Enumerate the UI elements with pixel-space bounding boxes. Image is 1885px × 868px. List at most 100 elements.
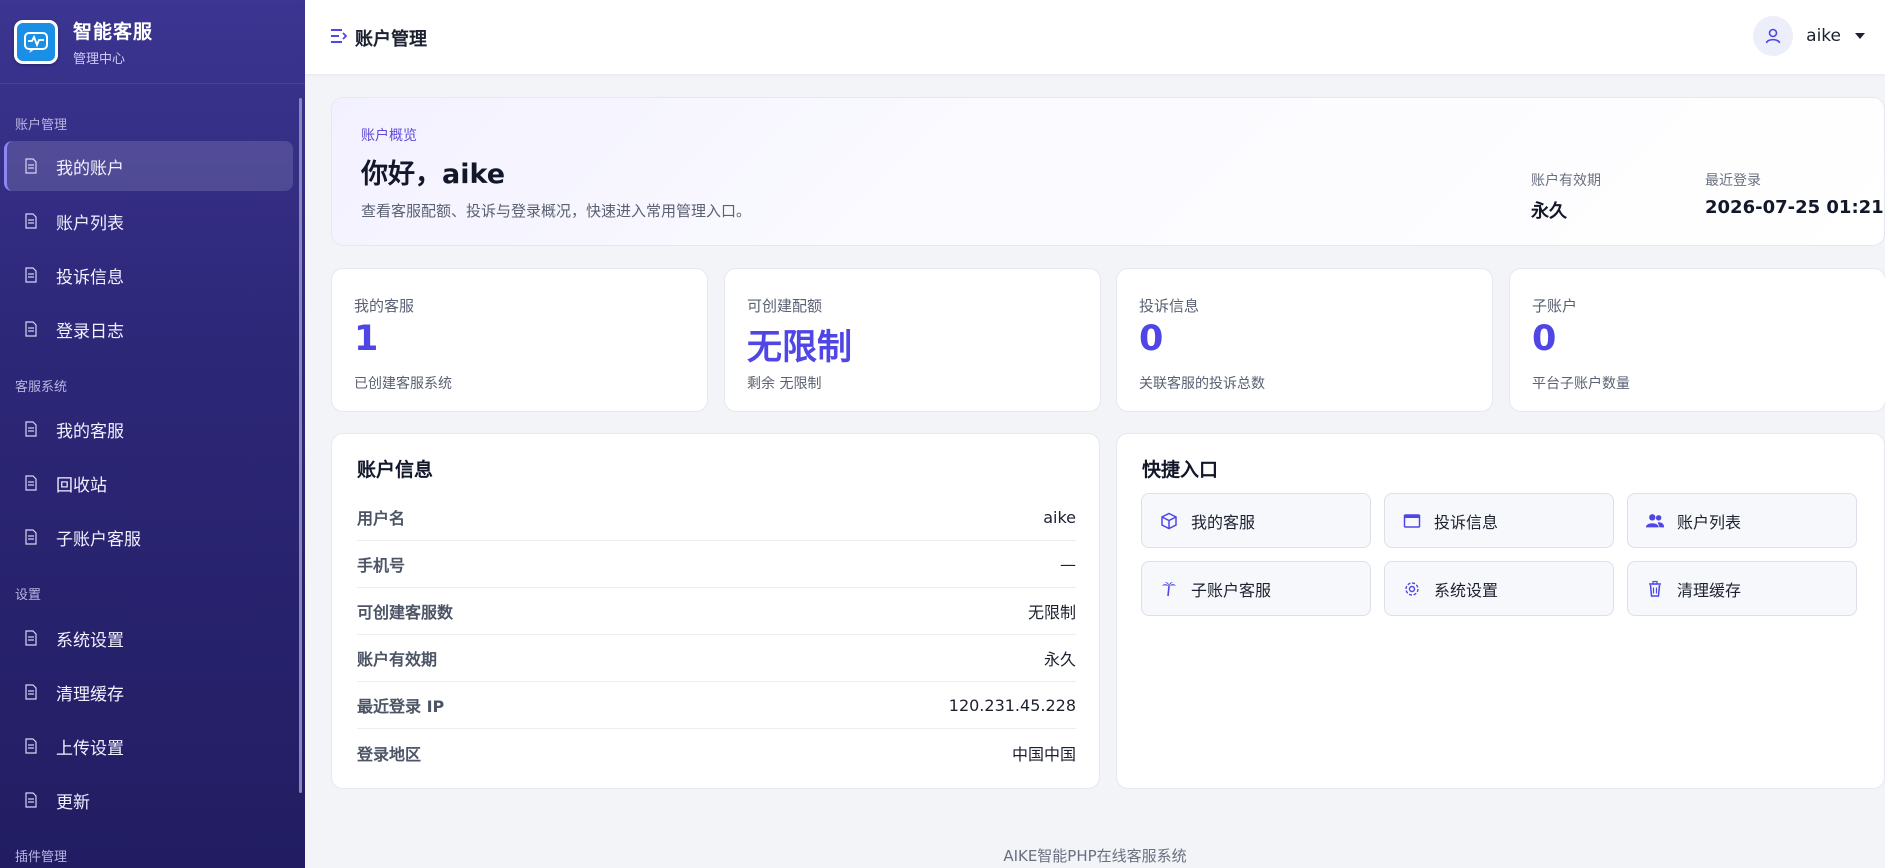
sidebar-item-upload-settings[interactable]: 上传设置 (4, 721, 293, 771)
stat-label: 我的客服 (354, 297, 415, 315)
section-label-plugins: 插件管理 (15, 850, 68, 865)
section-label-settings: 设置 (15, 588, 42, 603)
chevron-down-icon[interactable] (1855, 33, 1865, 39)
document-icon (24, 475, 38, 491)
document-icon (24, 684, 38, 700)
sidebar-item-system-settings[interactable]: 系统设置 (4, 613, 293, 663)
sidebar-item-label: 清理缓存 (56, 684, 124, 705)
info-row-phone: 手机号 — (357, 541, 1076, 588)
brand-logo (14, 19, 58, 64)
sidebar-item-label: 投诉信息 (56, 267, 124, 288)
document-icon (24, 421, 38, 437)
validity-label: 账户有效期 (1531, 173, 1601, 189)
user-menu[interactable]: aike (1753, 16, 1865, 56)
info-key: 登录地区 (357, 744, 422, 764)
document-icon (24, 158, 38, 174)
cube-icon (1159, 511, 1179, 531)
info-value: 永久 (1043, 650, 1076, 669)
username[interactable]: aike (1806, 26, 1841, 46)
stat-value: 1 (354, 319, 379, 359)
info-value: 中国中国 (1011, 744, 1076, 764)
sidebar-item-sub-account-service[interactable]: 子账户客服 (4, 512, 293, 562)
document-icon (24, 213, 38, 229)
quick-link-label: 子账户客服 (1191, 580, 1272, 600)
users-icon (1645, 511, 1665, 531)
quick-link-label: 账户列表 (1677, 512, 1742, 532)
sidebar-item-label: 上传设置 (56, 738, 124, 759)
sidebar-item-label: 账户列表 (56, 213, 124, 234)
stat-label: 投诉信息 (1139, 297, 1200, 315)
stat-card-sub-accounts: 子账户 0 平台子账户数量 (1509, 268, 1885, 412)
sidebar-item-update[interactable]: 更新 (4, 775, 293, 825)
stat-value: 0 (1532, 319, 1557, 359)
document-icon (24, 529, 38, 545)
stat-card-my-service: 我的客服 1 已创建客服系统 (331, 268, 708, 412)
sidebar-item-label: 我的客服 (56, 421, 124, 442)
sidebar-scrollbar[interactable] (299, 98, 302, 793)
sidebar-item-label: 登录日志 (56, 321, 124, 342)
quick-link-system-settings[interactable]: 系统设置 (1384, 561, 1614, 616)
sidebar-item-recycle-bin[interactable]: 回收站 (4, 458, 293, 508)
avatar[interactable] (1753, 16, 1794, 56)
sidebar-item-complaints[interactable]: 投诉信息 (4, 250, 293, 300)
document-icon (24, 738, 38, 754)
stat-note: 已创建客服系统 (354, 376, 452, 392)
info-value: — (1060, 554, 1076, 574)
stat-value: 无限制 (747, 328, 853, 368)
card-title: 账户信息 (357, 459, 434, 481)
info-row-validity: 账户有效期 永久 (357, 635, 1076, 682)
account-overview-hero: 账户概览 你好，aike 查看客服配额、投诉与登录概况，快速进入常用管理入口。 … (331, 97, 1885, 246)
stat-value: 0 (1139, 319, 1164, 359)
stat-card-quota: 可创建配额 无限制 剩余 无限制 (724, 268, 1101, 412)
sidebar-item-label: 子账户客服 (56, 529, 141, 550)
quick-link-label: 投诉信息 (1434, 512, 1499, 532)
sidebar-item-account-list[interactable]: 账户列表 (4, 196, 293, 246)
sidebar-item-label: 回收站 (56, 475, 107, 496)
info-value: 120.231.45.228 (948, 695, 1076, 715)
card-title: 快捷入口 (1142, 459, 1219, 481)
stat-label: 可创建配额 (747, 297, 823, 315)
info-row-region: 登录地区 中国中国 (357, 729, 1076, 776)
stat-card-complaints: 投诉信息 0 关联客服的投诉总数 (1116, 268, 1493, 412)
info-value: 无限制 (1027, 603, 1076, 622)
sidebar-item-clear-cache[interactable]: 清理缓存 (4, 667, 293, 717)
quick-link-account-list[interactable]: 账户列表 (1627, 493, 1857, 548)
account-info-card: 账户信息 用户名 aike 手机号 — 可创建客服数 无限制 账户有效期 永久 … (331, 433, 1100, 789)
sidebar-item-my-service[interactable]: 我的客服 (4, 404, 293, 454)
sidebar-item-label: 更新 (56, 792, 90, 813)
palm-tree-icon (1159, 579, 1179, 599)
sidebar: 智能客服 管理中心 账户管理 我的账户 账户列表 投诉信息 登录日志 客服系统 … (0, 0, 305, 868)
quick-link-sub-account-service[interactable]: 子账户客服 (1141, 561, 1371, 616)
validity-meta: 账户有效期 永久 (1531, 170, 1601, 223)
menu-toggle-icon[interactable] (330, 28, 348, 44)
window-icon (1402, 511, 1422, 531)
footer-text: AIKE智能PHP在线客服系统 (1003, 847, 1187, 865)
brand-title: 智能客服 (73, 20, 154, 43)
hero-eyebrow: 账户概览 (361, 128, 417, 144)
quick-link-label: 我的客服 (1191, 512, 1256, 532)
topbar: 账户管理 aike (305, 0, 1885, 74)
document-icon (24, 792, 38, 808)
sidebar-item-my-account[interactable]: 我的账户 (4, 141, 293, 191)
validity-value: 永久 (1531, 201, 1567, 222)
document-icon (24, 630, 38, 646)
document-icon (24, 321, 38, 337)
info-row-service-quota: 可创建客服数 无限制 (357, 588, 1076, 635)
hero-description: 查看客服配额、投诉与登录概况，快速进入常用管理入口。 (361, 202, 752, 220)
info-key: 可创建客服数 (357, 603, 454, 622)
stat-note: 剩余 无限制 (747, 376, 822, 392)
last-login-label: 最近登录 (1705, 173, 1761, 189)
info-key: 最近登录 IP (357, 697, 445, 716)
quick-link-label: 清理缓存 (1677, 580, 1742, 600)
stat-note: 关联客服的投诉总数 (1139, 376, 1265, 392)
quick-link-complaints[interactable]: 投诉信息 (1384, 493, 1614, 548)
quick-link-clear-cache[interactable]: 清理缓存 (1627, 561, 1857, 616)
info-key: 用户名 (357, 509, 406, 528)
quick-link-my-service[interactable]: 我的客服 (1141, 493, 1371, 548)
user-icon (1765, 28, 1781, 44)
info-key: 账户有效期 (357, 650, 438, 669)
brand-subtitle: 管理中心 (73, 51, 126, 67)
sidebar-item-login-log[interactable]: 登录日志 (4, 304, 293, 354)
document-icon (24, 267, 38, 283)
section-label-service: 客服系统 (15, 380, 68, 395)
